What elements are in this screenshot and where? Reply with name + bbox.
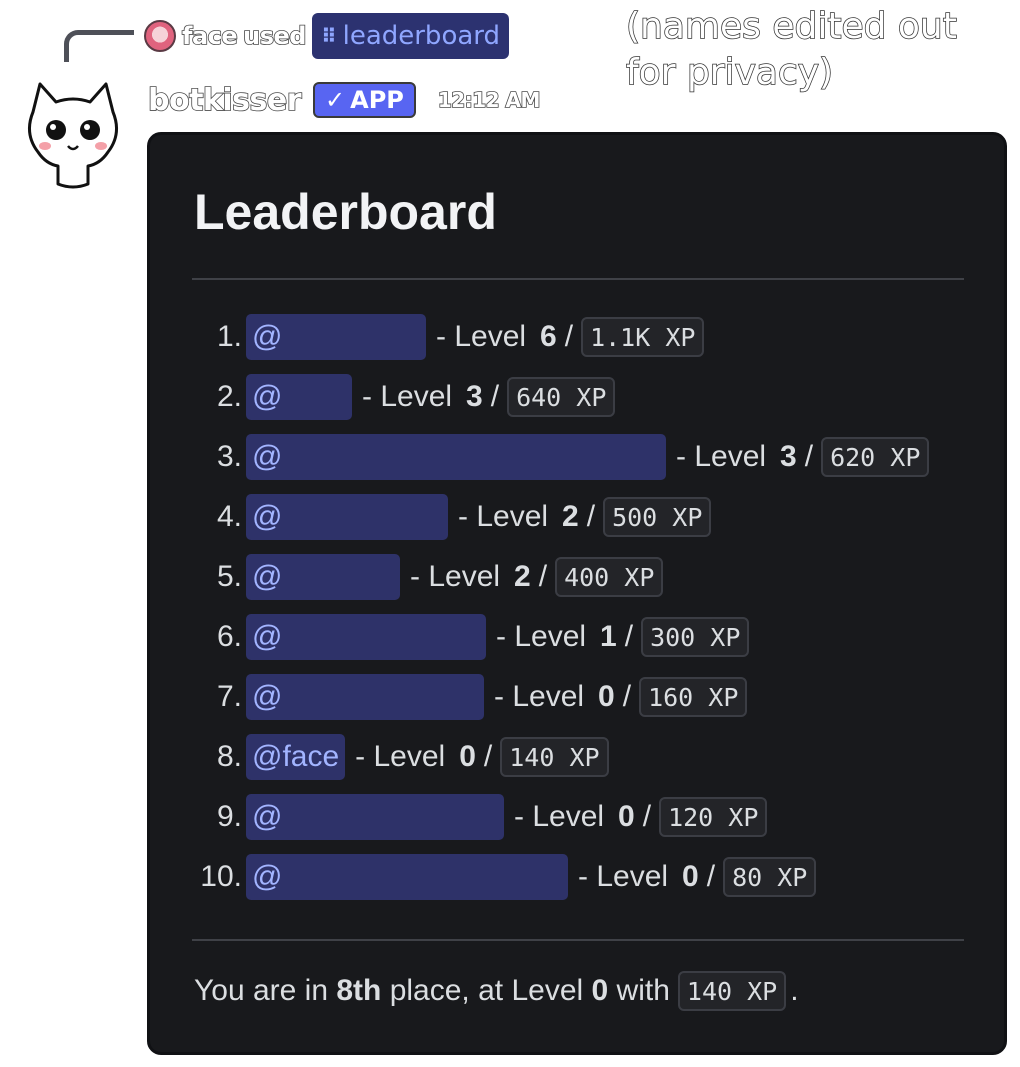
footer-xp-code: 140 XP	[677, 971, 787, 1011]
slash-separator: /	[564, 320, 574, 353]
xp-code: 640 XP	[507, 377, 616, 417]
command-name: leaderboard	[342, 21, 501, 51]
reply-verb: used	[242, 21, 307, 51]
rank-number: 7.	[216, 680, 242, 713]
level-prefix: - Level	[496, 620, 587, 653]
rank-number: 1.	[216, 320, 242, 353]
user-mention[interactable]: @	[246, 614, 486, 660]
message-header: botkisser ✓ APP 12:12 AM	[147, 78, 541, 122]
replied-user-avatar[interactable]	[144, 20, 176, 52]
xp-code: 160 XP	[639, 677, 748, 717]
level-value: 0	[459, 740, 476, 773]
slash-separator: /	[706, 860, 716, 893]
slash-separator: /	[483, 740, 493, 773]
level-value: 0	[618, 800, 635, 833]
footer-prefix: You are in	[194, 974, 329, 1007]
leaderboard-embed: Leaderboard 1. @ - Level 6/1.1K XP 2. @ - Leve…	[147, 132, 1007, 1055]
slash-separator: /	[586, 500, 596, 533]
verified-check-icon: ✓	[325, 86, 346, 114]
user-mention[interactable]: @	[246, 674, 484, 720]
leaderboard-row: 4. @ - Level 2/500 XP	[150, 487, 1004, 547]
leaderboard-row: 5. @ - Level 2/400 XP	[150, 547, 1004, 607]
rank-number: 4.	[216, 500, 242, 533]
level-prefix: - Level	[362, 380, 453, 413]
level-prefix: - Level	[410, 560, 501, 593]
footer-level: 0	[591, 974, 609, 1007]
footer-place: 8th	[336, 974, 382, 1007]
slash-separator: /	[642, 800, 652, 833]
rank-number: 3.	[216, 440, 242, 473]
user-mention[interactable]: @	[246, 434, 666, 480]
level-prefix: - Level	[458, 500, 549, 533]
level-value: 0	[598, 680, 615, 713]
bot-avatar[interactable]	[18, 72, 128, 192]
app-badge: ✓ APP	[313, 82, 416, 118]
slash-command-icon: ⠿	[320, 24, 337, 48]
level-value: 3	[466, 380, 483, 413]
level-value: 2	[562, 500, 579, 533]
embed-footer: You are in 8th place, at Level 0 with 14…	[194, 961, 799, 1021]
user-mention[interactable]: @face	[246, 734, 346, 780]
slash-separator: /	[622, 680, 632, 713]
level-prefix: - Level	[355, 740, 446, 773]
xp-code: 300 XP	[641, 617, 750, 657]
xp-code: 1.1K XP	[581, 317, 705, 357]
level-prefix: - Level	[436, 320, 527, 353]
rank-number: 2.	[216, 380, 242, 413]
leaderboard-row: 3. @ - Level 3/620 XP	[150, 427, 1004, 487]
user-mention[interactable]: @	[246, 494, 448, 540]
level-prefix: - Level	[514, 800, 605, 833]
rank-number: 8.	[216, 740, 242, 773]
xp-code: 500 XP	[603, 497, 712, 537]
slash-separator: /	[490, 380, 500, 413]
bot-username[interactable]: botkisser	[147, 82, 302, 119]
xp-code: 400 XP	[555, 557, 664, 597]
user-mention[interactable]: @	[246, 314, 426, 360]
rank-number: 9.	[216, 800, 242, 833]
leaderboard-row: 6. @ - Level 1/300 XP	[150, 607, 1004, 667]
privacy-note: (names edited out for privacy)	[625, 5, 957, 94]
slash-separator: /	[804, 440, 814, 473]
level-prefix: - Level	[578, 860, 669, 893]
slash-separator: /	[624, 620, 634, 653]
footer-with: with	[616, 974, 670, 1007]
footer-middle: place, at Level	[389, 974, 584, 1007]
xp-code: 140 XP	[500, 737, 609, 777]
leaderboard-row: 9. @ - Level 0/120 XP	[150, 787, 1004, 847]
rank-number: 6.	[216, 620, 242, 653]
leaderboard-list: 1. @ - Level 6/1.1K XP 2. @ - Level 3/640 XP 3. @…	[150, 307, 1004, 907]
rank-number: 5.	[216, 560, 242, 593]
app-badge-label: APP	[350, 86, 404, 114]
leaderboard-row: 1. @ - Level 6/1.1K XP	[150, 307, 1004, 367]
embed-divider-top	[192, 278, 964, 280]
reply-spine	[64, 30, 134, 62]
embed-title: Leaderboard	[194, 184, 497, 240]
user-mention[interactable]: @	[246, 554, 400, 600]
leaderboard-row: 8. @face - Level 0/140 XP	[150, 727, 1004, 787]
replied-username[interactable]: face	[181, 21, 238, 51]
user-mention[interactable]: @	[246, 854, 568, 900]
leaderboard-row: 2. @ - Level 3/640 XP	[150, 367, 1004, 427]
level-value: 2	[514, 560, 531, 593]
rank-number: 10.	[200, 860, 242, 893]
leaderboard-row: 10. @ - Level 0/80 XP	[150, 847, 1004, 907]
embed-divider-bottom	[192, 939, 964, 941]
level-value: 6	[540, 320, 557, 353]
xp-code: 620 XP	[821, 437, 930, 477]
level-value: 1	[600, 620, 617, 653]
level-prefix: - Level	[494, 680, 585, 713]
leaderboard-row: 7. @ - Level 0/160 XP	[150, 667, 1004, 727]
command-chip[interactable]: ⠿ leaderboard	[311, 13, 510, 59]
user-mention[interactable]: @	[246, 374, 352, 420]
footer-end: .	[790, 974, 799, 1007]
xp-code: 120 XP	[659, 797, 768, 837]
xp-code: 80 XP	[723, 857, 817, 897]
level-value: 0	[682, 860, 699, 893]
level-value: 3	[780, 440, 797, 473]
message-timestamp[interactable]: 12:12 AM	[437, 87, 541, 113]
user-mention[interactable]: @	[246, 794, 504, 840]
reply-context[interactable]: face used ⠿ leaderboard	[144, 12, 510, 60]
slash-separator: /	[538, 560, 548, 593]
level-prefix: - Level	[676, 440, 767, 473]
